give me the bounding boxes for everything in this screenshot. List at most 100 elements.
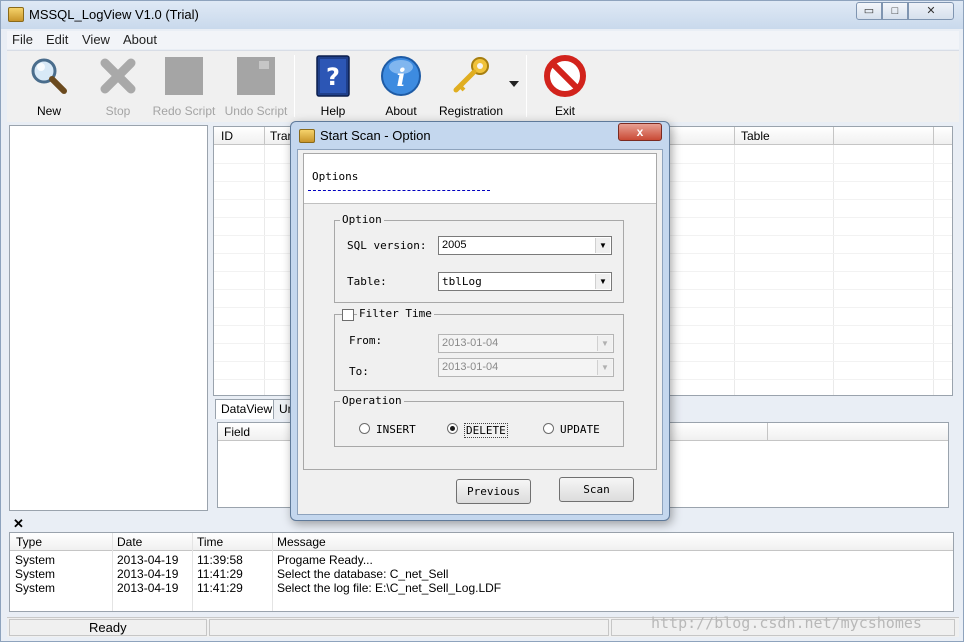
key-icon bbox=[453, 57, 489, 93]
status-text: Ready bbox=[89, 620, 127, 635]
scan-button[interactable]: Scan bbox=[559, 477, 634, 502]
option-group: Option SQL version: 2005 ▼ Table: tblLog… bbox=[334, 213, 624, 303]
operation-group-label: Operation bbox=[340, 394, 404, 407]
log-col-message[interactable]: Message bbox=[277, 535, 326, 549]
redo-script-button[interactable]: Redo Script bbox=[153, 51, 215, 121]
log-date: 2013-04-19 bbox=[117, 581, 179, 595]
log-type: System bbox=[15, 553, 56, 567]
operation-group: Operation INSERT DELETE UPDATE bbox=[334, 394, 624, 447]
dialog-title: Start Scan - Option bbox=[320, 128, 431, 143]
insert-radio[interactable] bbox=[359, 423, 370, 434]
sql-version-label: SQL version: bbox=[347, 239, 427, 252]
log-time: 11:41:29 bbox=[197, 567, 243, 581]
grid-col-table[interactable]: Table bbox=[741, 129, 770, 143]
menu-edit[interactable]: Edit bbox=[46, 32, 68, 47]
column-divider bbox=[112, 533, 113, 611]
log-message: Select the database: C_net_Sell bbox=[277, 567, 449, 581]
log-time: 11:39:58 bbox=[197, 553, 243, 567]
options-underline bbox=[308, 190, 490, 191]
previous-button[interactable]: Previous bbox=[456, 479, 531, 504]
log-date: 2013-04-19 bbox=[117, 553, 179, 567]
watermark-text: http://blog.csdn.net/mycshomes bbox=[651, 614, 922, 632]
help-button[interactable]: ? Help bbox=[303, 51, 363, 121]
log-col-time[interactable]: Time bbox=[197, 535, 223, 549]
to-date-value: 2013-01-04 bbox=[442, 361, 499, 373]
redo-script-icon bbox=[165, 57, 203, 95]
log-close-icon[interactable]: ✕ bbox=[13, 516, 24, 532]
column-divider bbox=[264, 127, 265, 145]
option-group-label: Option bbox=[340, 213, 384, 226]
database-tree-pane[interactable] bbox=[9, 125, 208, 511]
options-header: Options bbox=[304, 154, 656, 204]
table-label: Table: bbox=[347, 275, 387, 288]
log-time: 11:41:29 bbox=[197, 581, 243, 595]
undo-script-icon bbox=[237, 57, 275, 95]
menu-view[interactable]: View bbox=[82, 32, 110, 47]
menu-file[interactable]: File bbox=[12, 32, 33, 47]
update-label[interactable]: UPDATE bbox=[560, 423, 600, 436]
column-divider bbox=[833, 127, 834, 145]
column-divider bbox=[767, 423, 768, 441]
options-panel: Options Option SQL version: 2005 ▼ Table… bbox=[303, 153, 657, 470]
new-button[interactable]: New bbox=[19, 51, 79, 121]
log-message: Progame Ready... bbox=[277, 553, 373, 567]
log-message: Select the log file: E:\C_net_Sell_Log.L… bbox=[277, 581, 502, 595]
start-scan-dialog: Start Scan - Option x Options Option SQL… bbox=[290, 121, 670, 521]
info-icon: i bbox=[381, 56, 421, 96]
chevron-down-icon[interactable]: ▼ bbox=[595, 238, 610, 253]
app-icon bbox=[8, 7, 24, 22]
log-col-type[interactable]: Type bbox=[16, 535, 42, 549]
to-date-picker[interactable]: 2013-01-04 ▼ bbox=[438, 358, 614, 377]
registration-label: Registration bbox=[438, 104, 504, 118]
undo-label: Undo Script bbox=[224, 104, 288, 118]
column-divider bbox=[933, 127, 934, 145]
chevron-down-icon[interactable]: ▼ bbox=[597, 360, 612, 375]
status-panel bbox=[209, 619, 609, 636]
exit-label: Exit bbox=[554, 104, 575, 118]
about-button[interactable]: i About bbox=[371, 51, 431, 121]
table-select[interactable]: tblLog ▼ bbox=[438, 272, 612, 291]
column-divider bbox=[734, 127, 735, 145]
menu-about[interactable]: About bbox=[123, 32, 157, 47]
help-book-icon: ? bbox=[316, 55, 350, 97]
sql-version-select[interactable]: 2005 ▼ bbox=[438, 236, 612, 255]
chevron-down-icon[interactable]: ▼ bbox=[597, 336, 612, 351]
new-label: New bbox=[36, 104, 61, 118]
grid-col-id[interactable]: ID bbox=[221, 129, 233, 143]
insert-label[interactable]: INSERT bbox=[376, 423, 416, 436]
dialog-close-button[interactable]: x bbox=[618, 123, 662, 141]
field-col[interactable]: Field bbox=[224, 425, 250, 439]
filter-time-group: Filter Time From: 2013-01-04 ▼ To: 2013-… bbox=[334, 307, 624, 391]
close-button[interactable]: ✕ bbox=[908, 2, 954, 20]
chevron-down-icon[interactable]: ▼ bbox=[595, 274, 610, 289]
filter-time-checkbox[interactable] bbox=[342, 309, 354, 321]
tab-dataview[interactable]: DataView bbox=[215, 399, 279, 419]
window-title: MSSQL_LogView V1.0 (Trial) bbox=[29, 7, 199, 22]
delete-label[interactable]: DELETE bbox=[464, 423, 508, 438]
log-type: System bbox=[15, 581, 56, 595]
stop-x-icon bbox=[100, 58, 136, 94]
undo-script-button[interactable]: Undo Script bbox=[225, 51, 287, 121]
column-divider bbox=[192, 533, 193, 611]
from-date-picker[interactable]: 2013-01-04 ▼ bbox=[438, 334, 614, 353]
update-radio[interactable] bbox=[543, 423, 554, 434]
exit-button[interactable]: Exit bbox=[535, 51, 595, 121]
log-header: Type Date Time Message bbox=[10, 533, 953, 551]
about-label: About bbox=[385, 104, 417, 118]
minimize-button[interactable]: ▭ bbox=[856, 2, 882, 20]
stop-button[interactable]: Stop bbox=[88, 51, 148, 121]
table-value: tblLog bbox=[442, 275, 482, 288]
menu-bar: File Edit View About bbox=[7, 31, 959, 49]
dialog-app-icon bbox=[299, 129, 315, 143]
registration-button[interactable]: Registration bbox=[439, 51, 503, 121]
filter-time-label[interactable]: Filter Time bbox=[357, 307, 434, 320]
to-label: To: bbox=[349, 365, 369, 378]
log-type: System bbox=[15, 567, 56, 581]
registration-dropdown-icon[interactable] bbox=[509, 81, 519, 87]
title-bar: MSSQL_LogView V1.0 (Trial) ▭ □ ✕ bbox=[1, 1, 963, 29]
from-label: From: bbox=[349, 334, 383, 347]
maximize-button[interactable]: □ bbox=[882, 2, 908, 20]
delete-radio[interactable] bbox=[447, 423, 458, 434]
log-col-date[interactable]: Date bbox=[117, 535, 142, 549]
log-panel[interactable]: Type Date Time Message System 2013-04-19… bbox=[9, 532, 954, 612]
